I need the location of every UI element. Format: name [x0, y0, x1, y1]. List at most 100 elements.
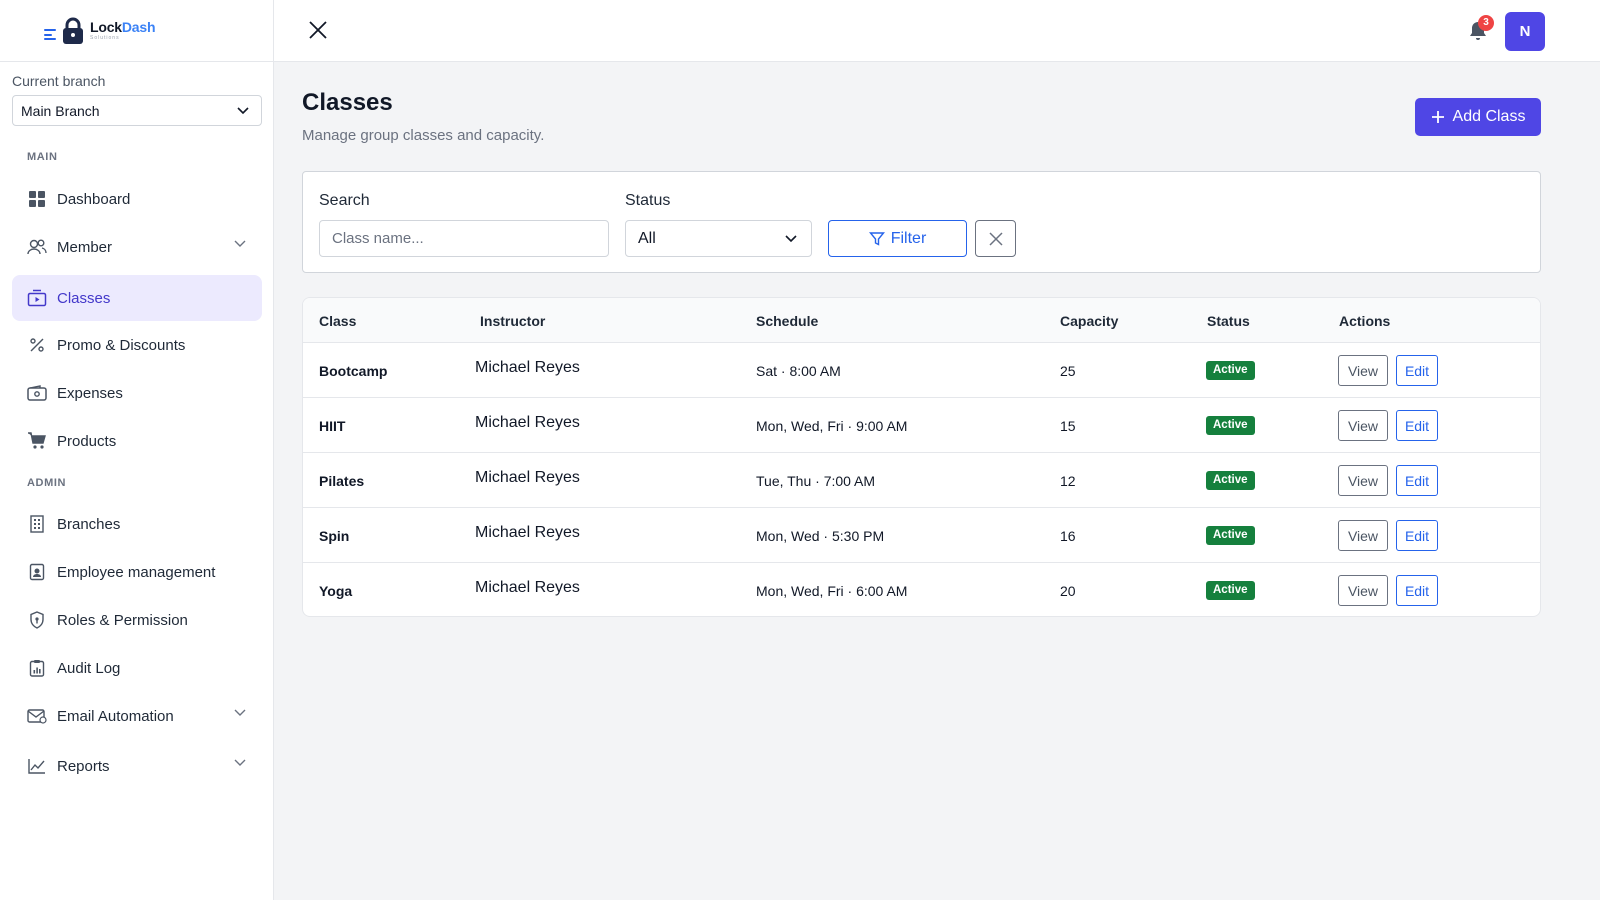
users-icon	[27, 237, 47, 257]
close-icon	[988, 231, 1003, 246]
status-badge: Active	[1206, 361, 1255, 380]
branch-value: Main Branch	[21, 102, 100, 119]
sidebar: LockDash Solutions Current branch Main B…	[0, 0, 274, 900]
add-class-label: Add Class	[1452, 108, 1526, 125]
brand-name: LockDash	[90, 19, 156, 35]
building-icon	[27, 514, 47, 534]
instructor: Michael Reyes	[475, 359, 580, 376]
view-button[interactable]: View	[1338, 410, 1388, 441]
column-header: Actions	[1339, 313, 1391, 329]
clipboard-chart-icon	[27, 658, 47, 678]
edit-button[interactable]: Edit	[1396, 575, 1438, 606]
edit-button[interactable]: Edit	[1396, 355, 1438, 386]
badge-icon	[27, 562, 47, 582]
view-button[interactable]: View	[1338, 355, 1388, 386]
mail-icon	[27, 706, 47, 726]
sidebar-item-audit-log[interactable]: Audit Log	[12, 645, 262, 691]
view-button[interactable]: View	[1338, 575, 1388, 606]
notification-badge: 3	[1478, 15, 1494, 31]
class-name: Yoga	[319, 583, 353, 599]
filter-panel: Search Status All Filter	[302, 171, 1541, 273]
status-badge: Active	[1206, 526, 1255, 545]
topbar: 3 N	[274, 0, 1600, 62]
edit-button[interactable]: Edit	[1396, 465, 1438, 496]
capacity: 25	[1060, 363, 1076, 379]
wallet-icon	[27, 383, 47, 403]
sidebar-item-reports[interactable]: Reports	[12, 743, 262, 789]
branch-label: Current branch	[12, 73, 106, 89]
view-button[interactable]: View	[1338, 520, 1388, 551]
cart-icon	[27, 431, 47, 451]
branch-select[interactable]: Main Branch	[12, 95, 262, 126]
chevron-down-icon	[234, 709, 246, 716]
table-row: HIIT Michael Reyes Mon, Wed, Fri · 9:00 …	[303, 398, 1540, 453]
sidebar-item-promo[interactable]: Promo & Discounts	[12, 322, 262, 368]
sidebar-item-label: Products	[57, 432, 117, 450]
class-name: HIIT	[319, 418, 346, 434]
sidebar-item-email-automation[interactable]: Email Automation	[12, 693, 262, 739]
sidebar-item-products[interactable]: Products	[12, 418, 262, 464]
sidebar-item-roles[interactable]: Roles & Permission	[12, 597, 262, 643]
sidebar-item-label: Promo & Discounts	[57, 336, 186, 354]
column-header: Status	[1207, 313, 1250, 329]
instructor: Michael Reyes	[475, 579, 580, 596]
classes-icon	[27, 288, 47, 308]
sidebar-item-expenses[interactable]: Expenses	[12, 370, 262, 416]
table-row: Spin Michael Reyes Mon, Wed · 5:30 PM 16…	[303, 508, 1540, 563]
instructor: Michael Reyes	[475, 414, 580, 431]
section-label-admin: ADMIN	[27, 477, 67, 489]
status-badge: Active	[1206, 416, 1255, 435]
filter-button-label: Filter	[890, 229, 927, 247]
sidebar-item-branches[interactable]: Branches	[12, 501, 262, 547]
page-subtitle: Manage group classes and capacity.	[302, 127, 545, 144]
sidebar-item-member[interactable]: Member	[12, 224, 262, 270]
status-value: All	[638, 229, 656, 247]
filter-icon	[868, 231, 885, 246]
capacity: 16	[1060, 528, 1076, 544]
sidebar-item-label: Classes	[57, 289, 111, 307]
column-header: Capacity	[1060, 313, 1119, 329]
avatar[interactable]: N	[1505, 12, 1545, 51]
edit-button[interactable]: Edit	[1396, 410, 1438, 441]
status-select[interactable]: All	[625, 220, 812, 257]
sidebar-item-dashboard[interactable]: Dashboard	[12, 176, 262, 222]
status-badge: Active	[1206, 471, 1255, 490]
search-input[interactable]	[319, 220, 609, 257]
table-row: Bootcamp Michael Reyes Sat · 8:00 AM 25 …	[303, 343, 1540, 398]
sidebar-item-label: Audit Log	[57, 659, 121, 677]
clear-filter-button[interactable]	[975, 220, 1016, 257]
close-icon[interactable]	[308, 20, 328, 40]
filter-button[interactable]: Filter	[828, 220, 967, 257]
class-name: Bootcamp	[319, 363, 388, 379]
schedule: Tue, Thu · 7:00 AM	[756, 473, 876, 489]
sidebar-item-label: Branches	[57, 515, 121, 533]
menu-toggle-icon[interactable]	[44, 29, 56, 40]
table-header: Class Instructor Schedule Capacity Statu…	[303, 298, 1540, 343]
sidebar-item-employee-management[interactable]: Employee management	[12, 549, 262, 595]
chevron-down-icon	[237, 106, 249, 114]
schedule: Mon, Wed, Fri · 9:00 AM	[756, 418, 908, 434]
logo[interactable]: LockDash Solutions	[0, 0, 273, 62]
capacity: 15	[1060, 418, 1076, 434]
edit-button[interactable]: Edit	[1396, 520, 1438, 551]
schedule: Mon, Wed · 5:30 PM	[756, 528, 885, 544]
shield-icon	[27, 610, 47, 630]
percent-icon	[27, 335, 47, 355]
capacity: 12	[1060, 473, 1076, 489]
lock-logo-icon	[63, 17, 83, 44]
class-name: Pilates	[319, 473, 365, 489]
status-label: Status	[625, 192, 671, 209]
chevron-down-icon	[234, 240, 246, 247]
table-row: Yoga Michael Reyes Mon, Wed, Fri · 6:00 …	[303, 563, 1540, 616]
sidebar-item-label: Dashboard	[57, 190, 131, 208]
chevron-down-icon	[234, 759, 246, 766]
section-label-main: MAIN	[27, 151, 58, 163]
table-row: Pilates Michael Reyes Tue, Thu · 7:00 AM…	[303, 453, 1540, 508]
view-button[interactable]: View	[1338, 465, 1388, 496]
add-class-button[interactable]: Add Class	[1415, 98, 1541, 136]
status-badge: Active	[1206, 581, 1255, 600]
schedule: Mon, Wed, Fri · 6:00 AM	[756, 583, 908, 599]
sidebar-item-label: Reports	[57, 757, 110, 775]
classes-table: Class Instructor Schedule Capacity Statu…	[302, 297, 1541, 617]
sidebar-item-classes[interactable]: Classes	[12, 275, 262, 321]
